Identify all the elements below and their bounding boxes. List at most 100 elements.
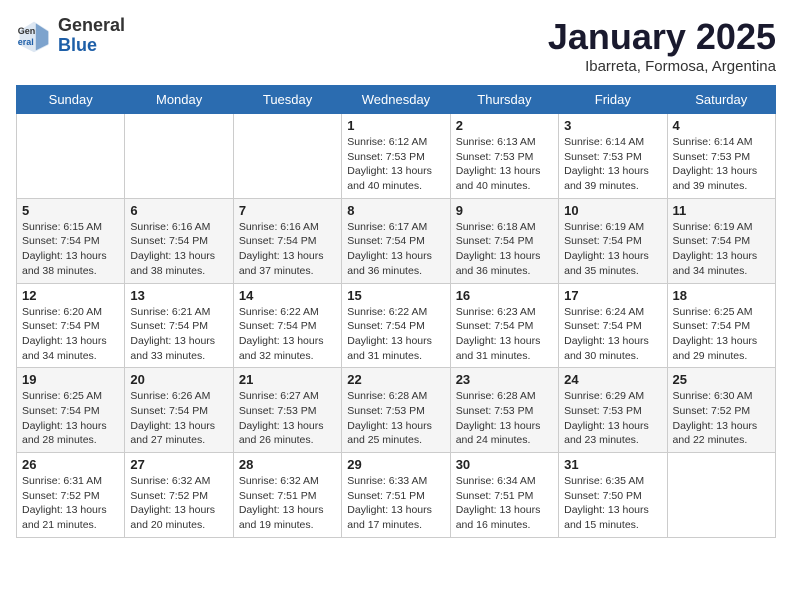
calendar-cell: 22Sunrise: 6:28 AMSunset: 7:53 PMDayligh… (342, 368, 450, 453)
header-cell-sunday: Sunday (17, 86, 125, 114)
day-number: 10 (564, 203, 661, 218)
day-info: Sunrise: 6:15 AMSunset: 7:54 PMDaylight:… (22, 220, 119, 279)
calendar-cell: 14Sunrise: 6:22 AMSunset: 7:54 PMDayligh… (233, 283, 341, 368)
calendar-cell: 12 Sunrise: 6:20 AMSunset: 7:54 PMDayligh… (17, 283, 125, 368)
day-info: Sunrise: 6:19 AMSunset: 7:54 PMDaylight:… (564, 220, 661, 279)
day-info: Sunrise: 6:30 AMSunset: 7:52 PMDaylight:… (673, 389, 770, 448)
calendar-cell: 19 Sunrise: 6:25 AMSunset: 7:54 PMDayligh… (17, 368, 125, 453)
calendar-table: SundayMondayTuesdayWednesdayThursdayFrid… (16, 85, 776, 538)
day-info: Sunrise: 6:32 AMSunset: 7:51 PMDaylight:… (239, 474, 336, 533)
day-info: Sunrise: 6:23 AMSunset: 7:54 PMDaylight:… (456, 305, 553, 364)
logo-blue: Blue (58, 35, 97, 55)
header-cell-friday: Friday (559, 86, 667, 114)
calendar-cell: 8 Sunrise: 6:17 AMSunset: 7:54 PMDaylight… (342, 198, 450, 283)
calendar-cell: 6Sunrise: 6:16 AMSunset: 7:54 PMDaylight… (125, 198, 233, 283)
calendar-cell (125, 114, 233, 199)
day-info: Sunrise: 6:25 AMSunset: 7:54 PMDaylight:… (673, 305, 770, 364)
day-info: Sunrise: 6:33 AMSunset: 7:51 PMDaylight:… (347, 474, 444, 533)
calendar-week-3: 19 Sunrise: 6:25 AMSunset: 7:54 PMDayligh… (17, 368, 776, 453)
day-number: 23 (456, 372, 553, 387)
calendar-week-4: 26 Sunrise: 6:31 AMSunset: 7:52 PMDayligh… (17, 453, 776, 538)
calendar-cell: 27Sunrise: 6:32 AMSunset: 7:52 PMDayligh… (125, 453, 233, 538)
day-number: 16 (456, 288, 553, 303)
day-info: Sunrise: 6:25 AMSunset: 7:54 PMDaylight:… (22, 389, 119, 448)
day-info: Sunrise: 6:29 AMSunset: 7:53 PMDaylight:… (564, 389, 661, 448)
calendar-cell: 26 Sunrise: 6:31 AMSunset: 7:52 PMDayligh… (17, 453, 125, 538)
calendar-cell: 7 Sunrise: 6:16 AMSunset: 7:54 PMDaylight… (233, 198, 341, 283)
day-number: 31 (564, 457, 661, 472)
calendar-week-2: 12 Sunrise: 6:20 AMSunset: 7:54 PMDayligh… (17, 283, 776, 368)
day-info: Sunrise: 6:31 AMSunset: 7:52 PMDaylight:… (22, 474, 119, 533)
logo-icon: Gen eral (16, 18, 52, 54)
day-number: 17 (564, 288, 661, 303)
calendar-cell: 17 Sunrise: 6:24 AMSunset: 7:54 PMDayligh… (559, 283, 667, 368)
calendar-cell (233, 114, 341, 199)
calendar-week-1: 5Sunrise: 6:15 AMSunset: 7:54 PMDaylight… (17, 198, 776, 283)
day-info: Sunrise: 6:19 AMSunset: 7:54 PMDaylight:… (673, 220, 770, 279)
day-info: Sunrise: 6:21 AMSunset: 7:54 PMDaylight:… (130, 305, 227, 364)
title-area: January 2025 Ibarreta, Formosa, Argentin… (548, 16, 776, 75)
calendar-body: 1 Sunrise: 6:12 AMSunset: 7:53 PMDaylight… (17, 114, 776, 538)
calendar-cell: 13Sunrise: 6:21 AMSunset: 7:54 PMDayligh… (125, 283, 233, 368)
day-number: 15 (347, 288, 444, 303)
calendar-cell: 31Sunrise: 6:35 AMSunset: 7:50 PMDayligh… (559, 453, 667, 538)
calendar-week-0: 1 Sunrise: 6:12 AMSunset: 7:53 PMDaylight… (17, 114, 776, 199)
day-number: 22 (347, 372, 444, 387)
day-number: 30 (456, 457, 553, 472)
day-number: 20 (130, 372, 227, 387)
day-number: 12 (22, 288, 119, 303)
calendar-cell (667, 453, 775, 538)
day-info: Sunrise: 6:28 AMSunset: 7:53 PMDaylight:… (456, 389, 553, 448)
day-number: 14 (239, 288, 336, 303)
day-info: Sunrise: 6:20 AMSunset: 7:54 PMDaylight:… (22, 305, 119, 364)
day-info: Sunrise: 6:18 AMSunset: 7:54 PMDaylight:… (456, 220, 553, 279)
day-number: 26 (22, 457, 119, 472)
day-number: 19 (22, 372, 119, 387)
header-cell-tuesday: Tuesday (233, 86, 341, 114)
day-info: Sunrise: 6:24 AMSunset: 7:54 PMDaylight:… (564, 305, 661, 364)
day-number: 25 (673, 372, 770, 387)
day-number: 11 (673, 203, 770, 218)
calendar-cell: 23 Sunrise: 6:28 AMSunset: 7:53 PMDayligh… (450, 368, 558, 453)
header-cell-thursday: Thursday (450, 86, 558, 114)
logo: Gen eral General Blue (16, 16, 125, 56)
day-info: Sunrise: 6:12 AMSunset: 7:53 PMDaylight:… (347, 135, 444, 194)
calendar-cell: 25 Sunrise: 6:30 AMSunset: 7:52 PMDayligh… (667, 368, 775, 453)
header-cell-monday: Monday (125, 86, 233, 114)
day-number: 7 (239, 203, 336, 218)
day-info: Sunrise: 6:16 AMSunset: 7:54 PMDaylight:… (239, 220, 336, 279)
day-info: Sunrise: 6:14 AMSunset: 7:53 PMDaylight:… (564, 135, 661, 194)
svg-text:eral: eral (18, 37, 34, 47)
calendar-cell: 2 Sunrise: 6:13 AMSunset: 7:53 PMDaylight… (450, 114, 558, 199)
header-row: SundayMondayTuesdayWednesdayThursdayFrid… (17, 86, 776, 114)
day-number: 2 (456, 118, 553, 133)
day-number: 27 (130, 457, 227, 472)
day-number: 1 (347, 118, 444, 133)
day-number: 4 (673, 118, 770, 133)
calendar-cell: 4Sunrise: 6:14 AMSunset: 7:53 PMDaylight… (667, 114, 775, 199)
day-info: Sunrise: 6:22 AMSunset: 7:54 PMDaylight:… (347, 305, 444, 364)
day-number: 21 (239, 372, 336, 387)
day-number: 18 (673, 288, 770, 303)
day-number: 9 (456, 203, 553, 218)
calendar-cell: 11 Sunrise: 6:19 AMSunset: 7:54 PMDayligh… (667, 198, 775, 283)
calendar-cell: 5Sunrise: 6:15 AMSunset: 7:54 PMDaylight… (17, 198, 125, 283)
calendar-cell: 21 Sunrise: 6:27 AMSunset: 7:53 PMDayligh… (233, 368, 341, 453)
logo-text: General Blue (58, 16, 125, 56)
day-info: Sunrise: 6:13 AMSunset: 7:53 PMDaylight:… (456, 135, 553, 194)
day-info: Sunrise: 6:27 AMSunset: 7:53 PMDaylight:… (239, 389, 336, 448)
calendar-cell (17, 114, 125, 199)
calendar-cell: 10 Sunrise: 6:19 AMSunset: 7:54 PMDayligh… (559, 198, 667, 283)
header-cell-saturday: Saturday (667, 86, 775, 114)
day-number: 8 (347, 203, 444, 218)
header-cell-wednesday: Wednesday (342, 86, 450, 114)
calendar-cell: 1 Sunrise: 6:12 AMSunset: 7:53 PMDaylight… (342, 114, 450, 199)
calendar-cell: 28Sunrise: 6:32 AMSunset: 7:51 PMDayligh… (233, 453, 341, 538)
calendar-cell: 15 Sunrise: 6:22 AMSunset: 7:54 PMDayligh… (342, 283, 450, 368)
day-number: 24 (564, 372, 661, 387)
calendar-cell: 30 Sunrise: 6:34 AMSunset: 7:51 PMDayligh… (450, 453, 558, 538)
calendar-cell: 18 Sunrise: 6:25 AMSunset: 7:54 PMDayligh… (667, 283, 775, 368)
calendar-subtitle: Ibarreta, Formosa, Argentina (548, 58, 776, 75)
day-info: Sunrise: 6:17 AMSunset: 7:54 PMDaylight:… (347, 220, 444, 279)
day-info: Sunrise: 6:34 AMSunset: 7:51 PMDaylight:… (456, 474, 553, 533)
